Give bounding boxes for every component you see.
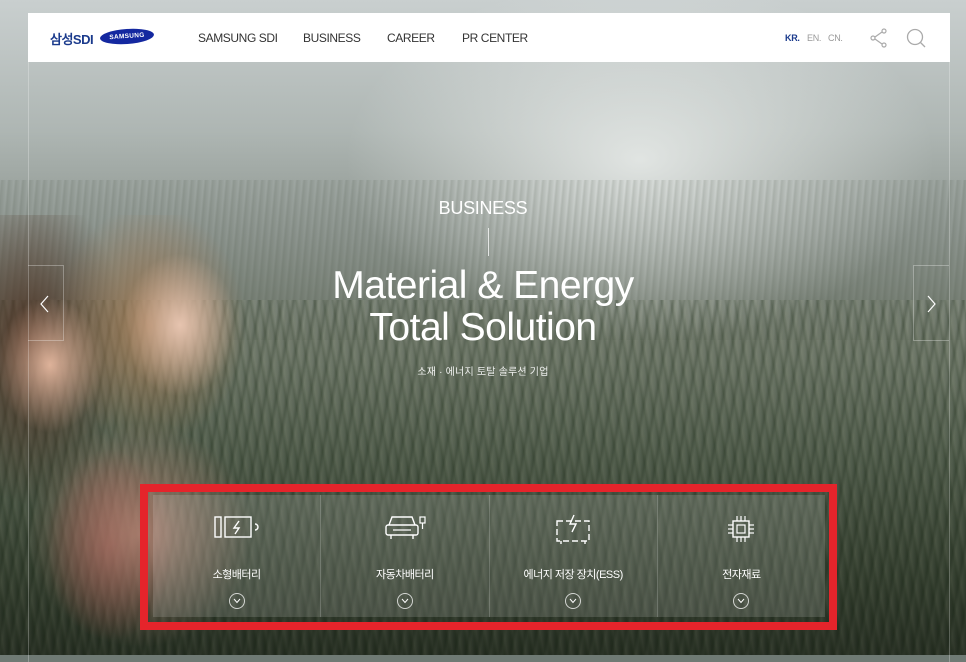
hero-subline: 소재 · 에너지 토탈 솔루션 기업 [417,367,549,378]
share-icon[interactable] [869,27,889,49]
energy-storage-icon [553,513,593,550]
nav-item-pr-center[interactable]: PR CENTER [462,31,528,45]
next-slide-button[interactable] [913,265,949,341]
headline-line-2: Total Solution [369,306,597,349]
category-car-battery[interactable]: 자동차배터리 [321,495,490,617]
nav-item-business[interactable]: BUSINESS [303,31,361,45]
category-label: 에너지 저장 장치(ESS) [523,569,623,581]
chevron-down-icon[interactable] [565,593,582,609]
chevron-left-icon [40,295,49,313]
chevron-down-icon[interactable] [228,593,245,609]
car-battery-icon [383,513,427,548]
kicker-divider [488,228,489,256]
nav-item-career[interactable]: CAREER [387,31,435,45]
hero-kicker: BUSINESS [438,198,528,218]
chip-icon [725,513,757,550]
lang-cn[interactable]: CN. [828,33,843,43]
hero-headline: Material & Energy Total Solution [0,265,966,349]
business-categories: 소형배터리 자동차배터리 에너지 저장 장치(ESS) 전자재료 [153,495,825,617]
category-small-battery[interactable]: 소형배터리 [153,495,322,617]
category-label: 자동차배터리 [376,569,434,581]
small-battery-icon [213,513,261,546]
category-label: 소형배터리 [212,569,262,581]
prev-slide-button[interactable] [28,265,64,341]
samsung-brand-logo[interactable]: SAMSUNG [99,27,155,46]
category-ess[interactable]: 에너지 저장 장치(ESS) [489,495,658,617]
nav-item-samsung-sdi[interactable]: SAMSUNG SDI [198,31,278,45]
headline-line-1: Material & Energy [332,264,634,307]
category-electronic-materials[interactable]: 전자재료 [657,495,825,617]
samsung-sdi-logo[interactable]: 삼성SDI [50,29,94,48]
lang-en[interactable]: EN. [807,33,821,43]
chevron-down-icon[interactable] [396,593,413,609]
chevron-right-icon [927,295,936,313]
chevron-down-icon[interactable] [733,593,750,609]
search-icon[interactable] [905,27,927,49]
site-header: 삼성SDI SAMSUNG SAMSUNG SDI BUSINESS CAREE… [28,13,950,62]
category-label: 전자재료 [722,569,761,581]
lang-kr[interactable]: KR. [785,33,800,43]
